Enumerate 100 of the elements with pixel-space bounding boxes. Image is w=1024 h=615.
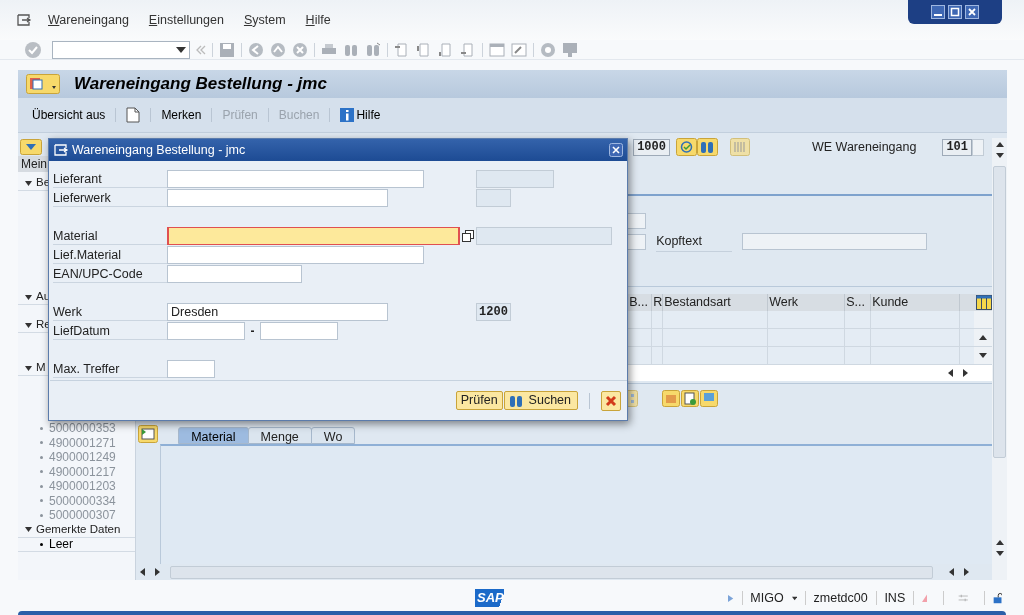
input-field[interactable] <box>167 189 388 207</box>
column-header[interactable]: Bestandsart <box>663 293 769 311</box>
tree-item-label: Leer <box>49 536 74 554</box>
bullet-icon <box>40 542 43 546</box>
plant-code: 1200 <box>476 303 511 321</box>
scroll-down-icon[interactable] <box>995 153 1004 158</box>
monitor-icon[interactable] <box>562 41 578 58</box>
scroll-left-icon[interactable] <box>948 368 954 377</box>
value-help-icon[interactable] <box>462 230 474 242</box>
scroll-left-icon[interactable] <box>140 568 146 576</box>
close-icon[interactable] <box>609 143 623 157</box>
scroll-down-icon[interactable] <box>979 352 988 358</box>
dialog-button[interactable]: Prüfen <box>455 391 503 410</box>
collapse-icon[interactable] <box>20 139 42 155</box>
status-flag-icon <box>921 592 928 604</box>
screen-title: Wareneingang Bestellung - jmc <box>74 73 327 96</box>
next-page-icon[interactable] <box>438 41 454 58</box>
new-document-button[interactable] <box>124 107 143 123</box>
execute-search-icon[interactable] <box>675 138 718 156</box>
scroll-up-icon[interactable] <box>995 142 1004 147</box>
bullet-icon <box>40 499 43 503</box>
dropdown-caret-icon[interactable] <box>791 595 797 601</box>
dialog-menu-icon[interactable] <box>53 143 69 157</box>
toolbar-button[interactable]: Merken <box>159 106 204 124</box>
tree-item[interactable]: Leer <box>18 537 136 552</box>
bullet-icon <box>40 470 43 474</box>
column-header[interactable]: S... <box>845 293 872 311</box>
scroll-left-icon[interactable] <box>949 568 955 576</box>
menu-item[interactable]: Wareneingang <box>48 10 129 30</box>
bullet-icon <box>40 441 43 445</box>
input-field[interactable] <box>167 360 215 378</box>
help-button[interactable]: Hilfe <box>338 106 383 124</box>
input-field[interactable] <box>260 322 338 340</box>
previous-page-icon[interactable] <box>416 41 432 58</box>
input-field[interactable] <box>167 246 424 264</box>
column-header[interactable]: R <box>652 293 664 311</box>
info-icon <box>340 108 355 122</box>
expanded-triangle-icon[interactable] <box>25 321 32 329</box>
sap-logo: SAP <box>475 589 505 607</box>
find-next-icon[interactable] <box>365 41 381 58</box>
column-header[interactable]: Kunde <box>871 293 961 311</box>
menu-item[interactable]: System <box>243 10 286 30</box>
dropdown-caret-icon[interactable] <box>176 46 186 53</box>
tree-node[interactable]: Gemerkte Daten <box>18 522 136 538</box>
scroll-up-icon[interactable] <box>979 334 988 340</box>
movement-description-field <box>972 138 984 156</box>
minimize-icon[interactable] <box>931 5 945 19</box>
vertical-scrollbar-thumb[interactable] <box>993 166 1007 458</box>
menu-icon[interactable] <box>16 13 32 27</box>
first-page-icon[interactable] <box>394 41 410 58</box>
scroll-down-icon[interactable] <box>995 551 1004 556</box>
maximize-icon[interactable] <box>948 5 962 19</box>
exit-icon[interactable] <box>270 41 286 58</box>
screen-menu-icon[interactable] <box>26 74 60 94</box>
input-field[interactable] <box>167 322 245 340</box>
movement-label: WE Wareneingang <box>811 138 917 156</box>
item-actions-icon[interactable] <box>662 390 719 408</box>
cross-icon <box>605 394 617 407</box>
cancel-icon[interactable] <box>292 41 308 58</box>
header-text-field[interactable] <box>742 233 928 251</box>
back-icon[interactable] <box>248 41 264 58</box>
range-separator: - <box>249 323 256 340</box>
scroll-up-icon[interactable] <box>995 540 1004 545</box>
scroll-right-icon[interactable] <box>963 368 969 377</box>
input-field[interactable] <box>167 265 302 283</box>
last-page-icon[interactable] <box>460 41 476 58</box>
close-icon[interactable] <box>965 5 979 19</box>
input-field[interactable] <box>167 170 424 188</box>
column-settings-icon[interactable] <box>976 294 993 310</box>
horizontal-scrollbar-thumb[interactable] <box>170 565 934 579</box>
scroll-right-icon[interactable] <box>155 568 161 576</box>
shortcut-icon[interactable] <box>511 41 527 58</box>
detail-toggle-icon[interactable] <box>138 424 159 443</box>
expanded-triangle-icon[interactable] <box>25 179 32 187</box>
display-field <box>476 189 511 207</box>
tab[interactable]: Material <box>178 426 249 444</box>
expanded-triangle-icon[interactable] <box>25 364 32 372</box>
toolbar-button[interactable]: Übersicht aus <box>30 106 108 124</box>
column-header[interactable]: Werk <box>768 293 846 311</box>
scroll-right-icon[interactable] <box>964 568 970 576</box>
expanded-triangle-icon[interactable] <box>25 293 32 301</box>
input-field[interactable]: Dresden <box>167 303 388 321</box>
menu-item[interactable]: Hilfe <box>305 10 331 30</box>
tab[interactable]: Menge <box>247 426 312 444</box>
save-icon[interactable] <box>219 41 235 58</box>
document-number: 1000 <box>633 138 670 156</box>
menu-item[interactable]: Einstellungen <box>148 10 224 30</box>
help-icon[interactable] <box>540 41 556 58</box>
new-window-icon[interactable] <box>489 41 505 58</box>
lock-icon[interactable] <box>992 590 1002 606</box>
command-field[interactable] <box>52 40 190 59</box>
expanded-triangle-icon[interactable] <box>25 526 32 533</box>
check-icon[interactable] <box>24 40 42 59</box>
play-icon[interactable] <box>728 592 734 604</box>
input-field[interactable] <box>167 227 460 245</box>
cancel-button[interactable] <box>601 390 621 411</box>
dialog-button[interactable]: Suchen <box>503 391 578 410</box>
movement-type: 101 <box>942 138 972 156</box>
tab[interactable]: Wo <box>310 426 356 444</box>
bullet-icon <box>40 426 43 430</box>
